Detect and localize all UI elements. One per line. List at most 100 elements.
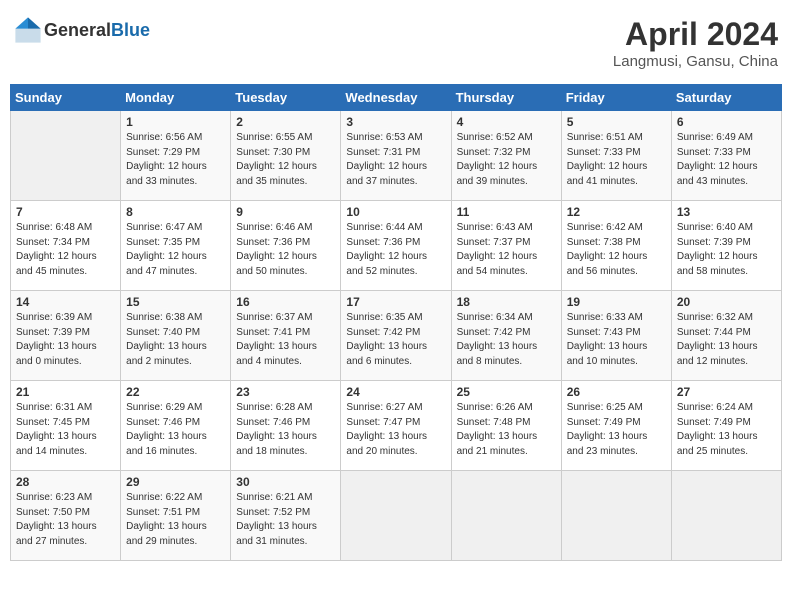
day-number: 4 [457, 115, 556, 129]
day-number: 2 [236, 115, 335, 129]
day-number: 17 [346, 295, 445, 309]
day-number: 25 [457, 385, 556, 399]
day-info: Sunrise: 6:52 AM Sunset: 7:32 PM Dayligh… [457, 131, 556, 189]
calendar-cell: 8 Sunrise: 6:47 AM Sunset: 7:35 PM Dayli… [121, 201, 231, 291]
day-info: Sunrise: 6:46 AM Sunset: 7:36 PM Dayligh… [236, 221, 335, 279]
day-info: Sunrise: 6:48 AM Sunset: 7:34 PM Dayligh… [16, 221, 115, 279]
calendar-cell: 4 Sunrise: 6:52 AM Sunset: 7:32 PM Dayli… [451, 111, 561, 201]
day-info: Sunrise: 6:34 AM Sunset: 7:42 PM Dayligh… [457, 311, 556, 369]
column-header-saturday: Saturday [671, 85, 781, 111]
day-info: Sunrise: 6:40 AM Sunset: 7:39 PM Dayligh… [677, 221, 776, 279]
column-header-monday: Monday [121, 85, 231, 111]
logo-text-blue: Blue [111, 20, 150, 40]
day-number: 20 [677, 295, 776, 309]
calendar-cell: 22 Sunrise: 6:29 AM Sunset: 7:46 PM Dayl… [121, 381, 231, 471]
day-number: 8 [126, 205, 225, 219]
title-area: April 2024 Langmusi, Gansu, China [613, 16, 778, 70]
day-info: Sunrise: 6:42 AM Sunset: 7:38 PM Dayligh… [567, 221, 666, 279]
calendar-cell [11, 111, 121, 201]
calendar-cell: 26 Sunrise: 6:25 AM Sunset: 7:49 PM Dayl… [561, 381, 671, 471]
location-title: Langmusi, Gansu, China [613, 53, 778, 70]
day-info: Sunrise: 6:22 AM Sunset: 7:51 PM Dayligh… [126, 491, 225, 549]
day-info: Sunrise: 6:37 AM Sunset: 7:41 PM Dayligh… [236, 311, 335, 369]
logo-icon [14, 16, 42, 44]
day-number: 21 [16, 385, 115, 399]
header: GeneralBlue April 2024 Langmusi, Gansu, … [10, 10, 782, 76]
day-number: 18 [457, 295, 556, 309]
column-header-wednesday: Wednesday [341, 85, 451, 111]
day-info: Sunrise: 6:39 AM Sunset: 7:39 PM Dayligh… [16, 311, 115, 369]
calendar-cell: 19 Sunrise: 6:33 AM Sunset: 7:43 PM Dayl… [561, 291, 671, 381]
day-info: Sunrise: 6:47 AM Sunset: 7:35 PM Dayligh… [126, 221, 225, 279]
calendar-cell: 15 Sunrise: 6:38 AM Sunset: 7:40 PM Dayl… [121, 291, 231, 381]
day-info: Sunrise: 6:33 AM Sunset: 7:43 PM Dayligh… [567, 311, 666, 369]
day-number: 26 [567, 385, 666, 399]
calendar-cell: 16 Sunrise: 6:37 AM Sunset: 7:41 PM Dayl… [231, 291, 341, 381]
day-number: 13 [677, 205, 776, 219]
day-number: 16 [236, 295, 335, 309]
day-info: Sunrise: 6:31 AM Sunset: 7:45 PM Dayligh… [16, 401, 115, 459]
calendar-cell [671, 471, 781, 561]
calendar-cell [561, 471, 671, 561]
day-info: Sunrise: 6:27 AM Sunset: 7:47 PM Dayligh… [346, 401, 445, 459]
day-number: 22 [126, 385, 225, 399]
calendar-cell: 30 Sunrise: 6:21 AM Sunset: 7:52 PM Dayl… [231, 471, 341, 561]
day-info: Sunrise: 6:26 AM Sunset: 7:48 PM Dayligh… [457, 401, 556, 459]
calendar-cell: 24 Sunrise: 6:27 AM Sunset: 7:47 PM Dayl… [341, 381, 451, 471]
day-number: 30 [236, 475, 335, 489]
day-number: 12 [567, 205, 666, 219]
day-number: 7 [16, 205, 115, 219]
day-info: Sunrise: 6:56 AM Sunset: 7:29 PM Dayligh… [126, 131, 225, 189]
calendar-cell: 10 Sunrise: 6:44 AM Sunset: 7:36 PM Dayl… [341, 201, 451, 291]
day-number: 9 [236, 205, 335, 219]
day-number: 5 [567, 115, 666, 129]
calendar-cell: 6 Sunrise: 6:49 AM Sunset: 7:33 PM Dayli… [671, 111, 781, 201]
day-number: 19 [567, 295, 666, 309]
day-info: Sunrise: 6:49 AM Sunset: 7:33 PM Dayligh… [677, 131, 776, 189]
calendar-cell [341, 471, 451, 561]
day-info: Sunrise: 6:53 AM Sunset: 7:31 PM Dayligh… [346, 131, 445, 189]
calendar-cell: 9 Sunrise: 6:46 AM Sunset: 7:36 PM Dayli… [231, 201, 341, 291]
calendar-cell: 20 Sunrise: 6:32 AM Sunset: 7:44 PM Dayl… [671, 291, 781, 381]
day-number: 24 [346, 385, 445, 399]
calendar-cell: 17 Sunrise: 6:35 AM Sunset: 7:42 PM Dayl… [341, 291, 451, 381]
day-number: 10 [346, 205, 445, 219]
calendar-cell: 29 Sunrise: 6:22 AM Sunset: 7:51 PM Dayl… [121, 471, 231, 561]
calendar-cell: 21 Sunrise: 6:31 AM Sunset: 7:45 PM Dayl… [11, 381, 121, 471]
calendar-table: SundayMondayTuesdayWednesdayThursdayFrid… [10, 84, 782, 561]
column-header-friday: Friday [561, 85, 671, 111]
day-info: Sunrise: 6:43 AM Sunset: 7:37 PM Dayligh… [457, 221, 556, 279]
day-info: Sunrise: 6:35 AM Sunset: 7:42 PM Dayligh… [346, 311, 445, 369]
column-header-tuesday: Tuesday [231, 85, 341, 111]
calendar-cell: 18 Sunrise: 6:34 AM Sunset: 7:42 PM Dayl… [451, 291, 561, 381]
day-number: 27 [677, 385, 776, 399]
column-header-sunday: Sunday [11, 85, 121, 111]
day-info: Sunrise: 6:25 AM Sunset: 7:49 PM Dayligh… [567, 401, 666, 459]
day-number: 1 [126, 115, 225, 129]
day-info: Sunrise: 6:29 AM Sunset: 7:46 PM Dayligh… [126, 401, 225, 459]
logo: GeneralBlue [14, 16, 150, 44]
calendar-cell: 2 Sunrise: 6:55 AM Sunset: 7:30 PM Dayli… [231, 111, 341, 201]
calendar-cell: 3 Sunrise: 6:53 AM Sunset: 7:31 PM Dayli… [341, 111, 451, 201]
calendar-cell: 25 Sunrise: 6:26 AM Sunset: 7:48 PM Dayl… [451, 381, 561, 471]
day-info: Sunrise: 6:38 AM Sunset: 7:40 PM Dayligh… [126, 311, 225, 369]
logo-text-general: General [44, 20, 111, 40]
calendar-cell: 14 Sunrise: 6:39 AM Sunset: 7:39 PM Dayl… [11, 291, 121, 381]
day-info: Sunrise: 6:24 AM Sunset: 7:49 PM Dayligh… [677, 401, 776, 459]
day-number: 14 [16, 295, 115, 309]
day-info: Sunrise: 6:32 AM Sunset: 7:44 PM Dayligh… [677, 311, 776, 369]
day-info: Sunrise: 6:55 AM Sunset: 7:30 PM Dayligh… [236, 131, 335, 189]
day-info: Sunrise: 6:21 AM Sunset: 7:52 PM Dayligh… [236, 491, 335, 549]
calendar-cell: 1 Sunrise: 6:56 AM Sunset: 7:29 PM Dayli… [121, 111, 231, 201]
calendar-cell: 23 Sunrise: 6:28 AM Sunset: 7:46 PM Dayl… [231, 381, 341, 471]
calendar-cell: 27 Sunrise: 6:24 AM Sunset: 7:49 PM Dayl… [671, 381, 781, 471]
day-info: Sunrise: 6:44 AM Sunset: 7:36 PM Dayligh… [346, 221, 445, 279]
day-info: Sunrise: 6:23 AM Sunset: 7:50 PM Dayligh… [16, 491, 115, 549]
day-number: 11 [457, 205, 556, 219]
day-info: Sunrise: 6:28 AM Sunset: 7:46 PM Dayligh… [236, 401, 335, 459]
calendar-cell: 28 Sunrise: 6:23 AM Sunset: 7:50 PM Dayl… [11, 471, 121, 561]
day-number: 23 [236, 385, 335, 399]
calendar-cell [451, 471, 561, 561]
calendar-cell: 7 Sunrise: 6:48 AM Sunset: 7:34 PM Dayli… [11, 201, 121, 291]
day-number: 29 [126, 475, 225, 489]
